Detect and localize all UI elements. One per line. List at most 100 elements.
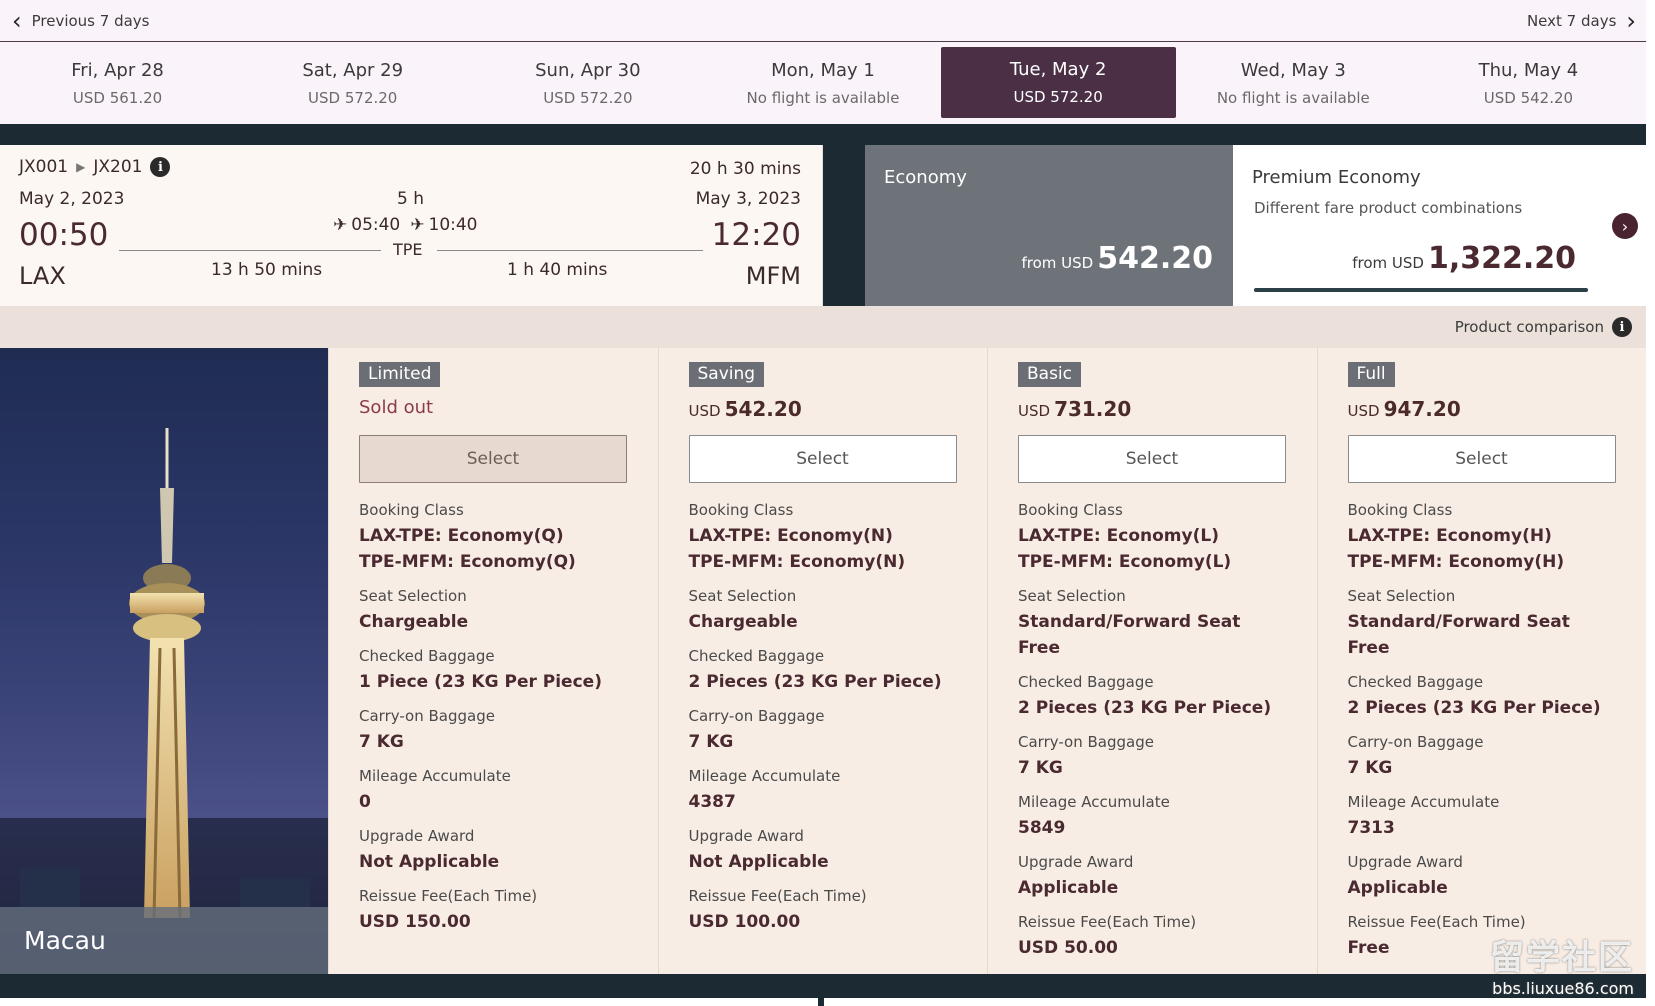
select-button-limited[interactable]: Select [359,435,627,483]
next-week-link[interactable]: Next 7 days › [1527,9,1636,33]
attr-value: TPE-MFM: Economy(L) [1018,552,1232,572]
flight-numbers: JX001 ▶ JX201 i [19,157,171,177]
date-label: Thu, May 4 [1478,59,1579,81]
attr-value: 2 Pieces (23 KG Per Piece) [1347,698,1601,718]
premium-underline [1254,288,1588,292]
premium-title: Premium Economy [1252,167,1421,188]
destination-label: Macau [0,907,328,974]
footer-strip [0,974,1646,1006]
attr-label: Reissue Fee(Each Time) [688,887,867,905]
attr-label: Seat Selection [359,587,467,605]
price-amount: 731.20 [1054,397,1132,421]
product-comparison-bar: Product comparison i [0,306,1646,348]
fare-price: USD 947.20 [1348,397,1617,427]
attr-value: USD 100.00 [688,912,801,932]
reissue-fee: Reissue Fee(Each Time) USD 50.00 [1018,913,1287,961]
attr-value: 5849 [1018,818,1066,838]
attr-value: 2 Pieces (23 KG Per Piece) [1018,698,1272,718]
mileage-accumulate: Mileage Accumulate 5849 [1018,793,1287,841]
attr-value: LAX-TPE: Economy(N) [688,526,893,546]
premium-amount: 1,322.20 [1427,241,1576,276]
date-label: Tue, May 2 [1009,59,1107,80]
upgrade-award: Upgrade Award Applicable [1348,853,1617,901]
select-button-saving[interactable]: Select [688,435,957,483]
mileage-accumulate: Mileage Accumulate 0 [359,767,628,815]
date-label: Fri, Apr 28 [71,59,164,81]
chevron-right-circle-icon[interactable]: › [1612,213,1638,239]
upgrade-award: Upgrade Award Not Applicable [689,827,958,875]
attr-value: USD 150.00 [359,912,471,932]
seat-selection: Seat Selection Chargeable [689,587,958,635]
destination-airport: MFM [745,262,801,290]
attr-value: Chargeable [688,612,798,632]
attr-value: 7313 [1347,818,1395,838]
attr-value: 2 Pieces (23 KG Per Piece) [688,672,942,692]
arrival-time: 12:20 [711,217,801,253]
chevron-right-icon: › [1626,6,1636,35]
booking-class: Booking Class LAX-TPE: Economy(Q) TPE-MF… [359,501,628,575]
mileage-accumulate: Mileage Accumulate 7313 [1348,793,1617,841]
date-cell-3[interactable]: Mon, May 1 No flight is available [705,42,940,124]
attr-label: Carry-on Baggage [1347,733,1484,751]
attr-label: Booking Class [688,501,794,519]
attr-value: 7 KG [1347,758,1393,778]
attr-value: TPE-MFM: Economy(Q) [359,552,576,572]
attr-label: Seat Selection [688,587,797,605]
destination-image: Macau [0,348,328,974]
date-cell-0[interactable]: Fri, Apr 28 USD 561.20 [0,42,235,124]
attr-value: Not Applicable [688,852,829,872]
play-arrow-icon: ▶ [76,160,86,174]
price-currency: USD [688,402,721,420]
select-button-full[interactable]: Select [1347,435,1616,483]
sold-out-status: Sold out [359,397,434,418]
attr-value: Chargeable [359,612,469,632]
attr-value: 1 Piece (23 KG Per Piece) [359,672,602,692]
fare-price: USD 542.20 [689,397,958,427]
attr-label: Carry-on Baggage [359,707,495,725]
landing-icon: ✈ [333,215,348,235]
mileage-accumulate: Mileage Accumulate 4387 [689,767,958,815]
attr-label: Seat Selection [1018,587,1126,605]
previous-week-link[interactable]: ‹ Previous 7 days [12,9,150,33]
stopover-airport: TPE [393,240,423,259]
attr-value: 7 KG [1018,758,1063,778]
date-cell-2[interactable]: Sun, Apr 30 USD 572.20 [470,42,705,124]
info-icon[interactable]: i [1612,317,1632,337]
date-price: USD 561.20 [72,88,163,107]
attr-value: Applicable [1018,878,1119,898]
page: ‹ Previous 7 days Next 7 days › Fri, Apr… [0,0,1646,1006]
upgrade-award: Upgrade Award Not Applicable [359,827,628,875]
premium-from-label: from USD [1352,254,1424,272]
attr-label: Upgrade Award [1347,853,1463,871]
select-button-basic[interactable]: Select [1018,435,1286,483]
attr-label: Mileage Accumulate [359,767,511,785]
date-cell-6[interactable]: Thu, May 4 USD 542.20 [1411,42,1646,124]
flight-info: JX001 ▶ JX201 i 20 h 30 mins May 2, 2023… [0,145,823,306]
info-icon[interactable]: i [150,157,171,177]
date-cell-5[interactable]: Wed, May 3 No flight is available [1176,42,1411,124]
date-price: USD 572.20 [1013,88,1103,106]
premium-subtitle: Different fare product combinations [1254,199,1523,217]
leg1-duration: 13 h 50 mins [211,260,323,280]
seat-selection: Seat Selection Standard/Forward Seat Fre… [1348,587,1617,661]
departure-date: May 2, 2023 [19,189,125,209]
checked-baggage: Checked Baggage 2 Pieces (23 KG Per Piec… [1018,673,1287,721]
watermark-logo: 留学社区 [1490,938,1634,978]
route-line-left [119,250,381,251]
date-cell-1[interactable]: Sat, Apr 29 USD 572.20 [235,42,470,124]
fare-content: Macau Limited Sold out Select Booking Cl… [0,348,1646,974]
fare-column-saving: Saving USD 542.20 Select Booking Class L… [657,348,987,974]
chevron-left-icon: ‹ [12,6,22,35]
booking-class: Booking Class LAX-TPE: Economy(H) TPE-MF… [1348,501,1617,575]
attr-value: TPE-MFM: Economy(N) [688,552,906,572]
watermark: 留学社区 bbs.liuxue86.com [1490,930,1634,998]
premium-economy-cabin-tab[interactable]: Premium Economy Different fare product c… [1233,145,1646,306]
economy-cabin-tab[interactable]: Economy from USD 542.20 [865,145,1233,306]
product-comparison-link[interactable]: Product comparison [1455,318,1604,336]
layover-times: ✈ 05:40 ✈ 10:40 [333,215,478,235]
date-cell-4-selected[interactable]: Tue, May 2 USD 572.20 [940,47,1176,118]
total-duration: 20 h 30 mins [689,159,801,179]
macau-tower-illustration [0,428,328,974]
fare-badge: Saving [688,362,765,387]
attr-value: Not Applicable [359,852,500,872]
